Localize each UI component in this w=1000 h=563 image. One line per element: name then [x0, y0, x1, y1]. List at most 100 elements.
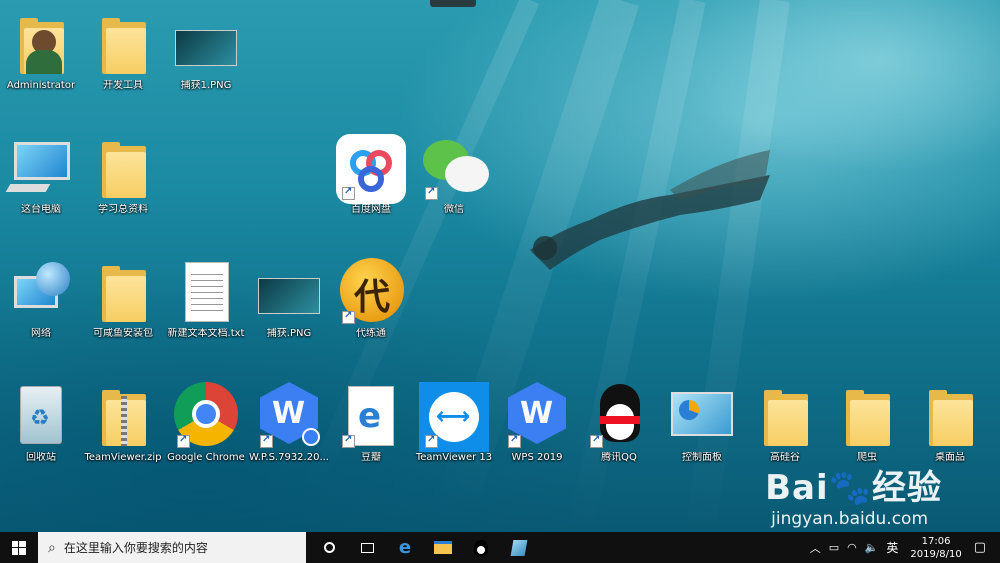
desktop-icon[interactable]: 腾讯QQ	[578, 382, 660, 464]
notification-center-icon[interactable]: ▢	[974, 540, 986, 555]
shortcut-arrow-icon	[508, 434, 521, 448]
task-view-icon	[360, 542, 374, 553]
shortcut-arrow-icon	[425, 186, 438, 200]
desktop-icon[interactable]: 百度网盘	[330, 134, 412, 216]
recycle-bin-icon: ♻	[6, 382, 76, 448]
search-placeholder: 在这里输入你要搜索的内容	[63, 541, 208, 555]
watermark-url: jingyan.baidu.com	[771, 509, 929, 529]
desktop-icon[interactable]: 可咸鱼安装包	[82, 258, 164, 340]
desktop-icon-label: 腾讯QQ	[601, 452, 637, 463]
qq-icon	[584, 382, 654, 448]
desktop-icon-label: 回收站	[26, 452, 56, 463]
folder-icon	[88, 10, 158, 76]
desktop-icon[interactable]: Administrator	[0, 10, 82, 92]
edge-icon: e	[398, 537, 412, 558]
file-explorer-icon	[434, 541, 452, 554]
chrome-icon	[171, 382, 241, 448]
desktop-icon[interactable]: W W.P.S.7932.20...	[248, 382, 330, 464]
desktop-icon[interactable]: 开发工具	[82, 10, 164, 92]
desktop-icon[interactable]: ♻ 回收站	[0, 382, 82, 464]
baidu-netdisk-icon	[336, 134, 406, 204]
desktop-icon-label: WPS 2019	[511, 452, 563, 463]
network-icon	[6, 258, 76, 324]
shortcut-arrow-icon	[342, 310, 355, 324]
desktop-icon-label: 豆瓣	[361, 452, 381, 463]
shortcut-arrow-icon	[425, 434, 438, 448]
user-folder-icon	[6, 10, 76, 76]
desktop-icon-label: TeamViewer.zip	[84, 452, 162, 463]
cortana-button[interactable]	[310, 532, 348, 563]
task-view-button[interactable]	[348, 532, 386, 563]
desktop-icon[interactable]: W WPS 2019	[496, 382, 578, 464]
folder-icon	[832, 382, 902, 448]
desktop-icon-label: W.P.S.7932.20...	[249, 452, 329, 463]
start-button[interactable]	[0, 532, 38, 563]
shortcut-arrow-icon	[590, 434, 603, 448]
desktop-icon-label: Administrator	[6, 80, 76, 91]
text-file-icon	[171, 258, 241, 324]
desktop-icon[interactable]: 捕获1.PNG	[165, 10, 247, 92]
computer-icon	[5, 134, 76, 200]
desktop-icon[interactable]: TeamViewer.zip	[82, 382, 164, 464]
taskbar-search-box[interactable]: ⌕ 在这里输入你要搜索的内容	[38, 532, 306, 563]
volume-icon[interactable]: 🔈	[865, 541, 879, 554]
desktop-icon[interactable]: 桌面品	[909, 382, 991, 464]
desktop-icon-label: 代练通	[356, 328, 386, 339]
diver-silhouette	[530, 150, 770, 270]
image-file-icon	[171, 10, 241, 76]
desktop-icon-label: Google Chrome	[167, 452, 245, 463]
folder-icon	[750, 382, 820, 448]
search-icon: ⌕	[48, 539, 56, 556]
desktop-icon[interactable]: 控制面板	[661, 382, 743, 464]
edge-taskbar-button[interactable]: e	[386, 532, 424, 563]
desktop-icon-label: 可咸鱼安装包	[93, 328, 153, 339]
image-file-icon	[254, 258, 324, 324]
notebook-icon	[510, 539, 528, 556]
desktop-icon[interactable]: Google Chrome	[165, 382, 247, 464]
battery-icon[interactable]: ▭	[829, 541, 839, 554]
edge-icon: e	[336, 382, 406, 448]
windows-logo-icon	[12, 540, 26, 555]
desktop-icon[interactable]: 捕获.PNG	[248, 258, 330, 340]
watermark-brand: Bai	[765, 468, 829, 508]
desktop-icon[interactable]: 微信	[413, 134, 495, 216]
desktop-icon[interactable]: ⟷TeamViewer 13	[413, 382, 495, 464]
desktop-icon[interactable]: 高硅谷	[744, 382, 826, 464]
desktop-icon-label: 新建文本文档.txt	[167, 328, 245, 339]
clock-date: 2019/8/10	[910, 548, 962, 560]
dailiantong-icon: 代	[336, 258, 406, 324]
desktop-icon-label: TeamViewer 13	[415, 452, 493, 463]
desktop-icon[interactable]: 这台电脑	[0, 134, 82, 216]
desktop-icon-label: 微信	[444, 204, 464, 215]
wechat-icon	[419, 134, 489, 200]
desktop-icon-label: 捕获.PNG	[266, 328, 312, 339]
chevron-up-icon[interactable]: ︿	[810, 540, 821, 556]
zip-folder-icon	[88, 382, 158, 448]
desktop-icon[interactable]: 爬虫	[826, 382, 908, 464]
clock[interactable]: 17:06 2019/8/10	[910, 535, 961, 561]
desktop-icon[interactable]: 代代练通	[330, 258, 412, 340]
ime-indicator[interactable]: 英	[886, 539, 898, 556]
shortcut-arrow-icon	[177, 434, 190, 448]
wifi-icon[interactable]: ◠	[847, 541, 857, 554]
desktop-icon-label: 开发工具	[103, 80, 143, 91]
system-tray: ︿ ▭ ◠ 🔈 英 17:06 2019/8/10 ▢	[806, 532, 1000, 563]
wps-icon: W	[502, 382, 572, 448]
desktop-icon[interactable]: e 豆瓣	[330, 382, 412, 464]
folder-icon	[88, 258, 158, 324]
folder-icon	[88, 134, 158, 200]
notebook-taskbar-button[interactable]	[500, 532, 538, 563]
folder-icon	[915, 382, 985, 448]
desktop-icon-label: 百度网盘	[351, 204, 391, 215]
desktop-icon[interactable]: 网络	[0, 258, 82, 340]
file-explorer-taskbar-button[interactable]	[424, 532, 462, 563]
desktop-icon[interactable]: 学习总资料	[82, 134, 164, 216]
qq-taskbar-button[interactable]	[462, 532, 500, 563]
desktop-icon-label: 学习总资料	[98, 204, 148, 215]
desktop-icon[interactable]: 新建文本文档.txt	[165, 258, 247, 340]
desktop-icon-label: 这台电脑	[21, 204, 61, 215]
desktop-icon-label: 控制面板	[682, 452, 722, 463]
desktop-icon-label: 捕获1.PNG	[180, 80, 232, 91]
cortana-icon	[323, 542, 335, 553]
watermark-brand-cn: 经验	[872, 468, 942, 508]
